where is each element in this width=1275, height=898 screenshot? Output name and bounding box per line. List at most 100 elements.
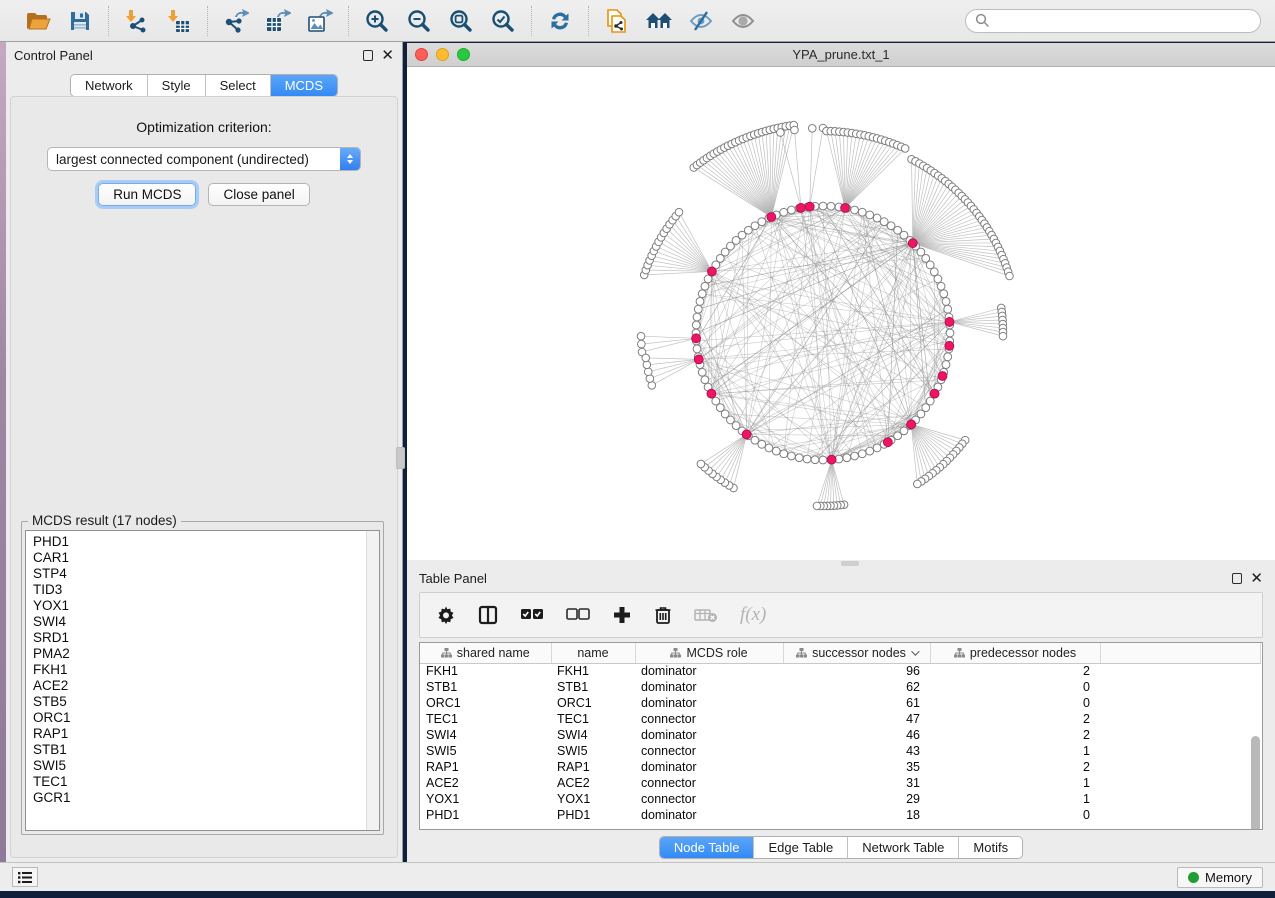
list-item[interactable]: YOX1 [33,598,372,614]
list-item[interactable]: PMA2 [33,646,372,662]
close-window-icon[interactable] [415,48,428,61]
tab-mcds[interactable]: MCDS [271,75,337,96]
tab-select[interactable]: Select [206,75,271,96]
open-session-icon[interactable] [24,7,52,35]
tab-edge-table[interactable]: Edge Table [754,837,848,858]
list-item[interactable]: TID3 [33,582,372,598]
sort-chevron-icon [911,647,919,655]
list-item[interactable]: FKH1 [33,662,372,678]
duplicate-network-icon[interactable] [603,7,631,35]
main-toolbar [0,0,1275,42]
table-row[interactable]: RAP1RAP1dominator352 [420,759,1260,775]
table-tabs: Node TableEdge TableNetwork TableMotifs [659,836,1023,859]
export-image-icon[interactable] [306,7,334,35]
mcds-result-title: MCDS result (17 nodes) [28,513,181,528]
list-item[interactable]: STP4 [33,566,372,582]
column-header-MCDS-role[interactable]: MCDS role [635,643,783,663]
close-table-panel-icon[interactable]: ✕ [1250,571,1263,586]
zoom-fit-icon[interactable] [447,7,475,35]
control-panel-title: Control Panel [14,48,93,63]
table-row[interactable]: YOX1YOX1connector291 [420,791,1260,807]
zoom-selected-icon[interactable] [489,7,517,35]
table-toolbar: f(x) [419,592,1263,638]
minimize-window-icon[interactable] [436,48,449,61]
import-network-icon[interactable] [123,7,151,35]
list-item[interactable]: GCR1 [33,790,372,806]
zoom-in-icon[interactable] [363,7,391,35]
list-item[interactable]: STB5 [33,694,372,710]
export-network-icon[interactable] [222,7,250,35]
list-item[interactable]: ACE2 [33,678,372,694]
save-session-icon[interactable] [66,7,94,35]
tab-node-table[interactable]: Node Table [660,837,755,858]
list-item[interactable]: SWI4 [33,614,372,630]
show-all-icon[interactable] [729,7,757,35]
apply-function-icon[interactable]: f(x) [740,604,766,626]
float-table-panel-icon[interactable] [1232,573,1242,584]
maximize-window-icon[interactable] [457,48,470,61]
memory-label: Memory [1205,870,1252,885]
node-table[interactable]: shared namenameMCDS rolesuccessor nodesp… [419,642,1263,830]
table-row[interactable]: TEC1TEC1connector472 [420,711,1260,727]
first-neighbors-icon[interactable] [645,7,673,35]
hide-selected-icon[interactable] [687,7,715,35]
close-panel-button[interactable]: Close panel [208,183,309,206]
mcds-result-items: PHD1CAR1STP4TID3YOX1SWI4SRD1PMA2FKH1ACE2… [26,531,379,809]
table-scrollbar[interactable] [1248,664,1262,829]
deselect-all-rows-icon[interactable] [566,608,590,622]
tab-motifs[interactable]: Motifs [959,837,1022,858]
delete-columns-icon[interactable] [654,605,672,625]
optimization-criterion-label: Optimization criterion: [11,119,397,135]
list-item[interactable]: SWI5 [33,758,372,774]
list-item[interactable]: RAP1 [33,726,372,742]
column-header-successor-nodes[interactable]: successor nodes [783,643,930,663]
list-item[interactable]: ORC1 [33,710,372,726]
table-row[interactable]: STB1STB1dominator620 [420,679,1260,695]
list-item[interactable]: SRD1 [33,630,372,646]
column-header-name[interactable]: name [551,643,635,663]
criterion-dropdown[interactable]: largest connected component (undirected) [47,147,361,171]
search-input[interactable] [996,14,1251,28]
table-header-row: shared namenameMCDS rolesuccessor nodesp… [420,643,1260,663]
table-row[interactable]: ACE2ACE2connector311 [420,775,1260,791]
table-panel-title: Table Panel [419,571,487,586]
run-mcds-button[interactable]: Run MCDS [98,183,196,206]
mcds-list-scrollbar[interactable] [366,531,379,830]
network-window-titlebar[interactable]: YPA_prune.txt_1 [407,43,1275,67]
export-table-icon[interactable] [264,7,292,35]
list-item[interactable]: CAR1 [33,550,372,566]
tab-style[interactable]: Style [148,75,206,96]
network-window-title: YPA_prune.txt_1 [407,47,1275,62]
refresh-network-icon[interactable] [546,7,574,35]
list-item[interactable]: PHD1 [33,534,372,550]
list-item[interactable]: STB1 [33,742,372,758]
show-column-icon[interactable] [478,605,498,625]
float-panel-icon[interactable] [363,50,373,61]
search-icon [975,13,990,28]
select-all-rows-icon[interactable] [520,608,544,622]
column-header-predecessor-nodes[interactable]: predecessor nodes [930,643,1100,663]
tab-network[interactable]: Network [71,75,148,96]
table-row[interactable]: PHD1PHD1dominator180 [420,807,1260,823]
import-table-icon[interactable] [165,7,193,35]
table-row[interactable]: FKH1FKH1dominator962 [420,663,1260,679]
control-panel-tabs: NetworkStyleSelectMCDS [70,74,338,97]
delete-table-icon[interactable] [694,607,718,623]
mcds-result-list[interactable]: PHD1CAR1STP4TID3YOX1SWI4SRD1PMA2FKH1ACE2… [25,530,380,831]
close-panel-icon[interactable]: ✕ [381,48,394,63]
table-row[interactable]: SWI5SWI5connector431 [420,743,1260,759]
vertical-splitter-grip[interactable] [396,447,405,469]
zoom-out-icon[interactable] [405,7,433,35]
table-row[interactable]: ORC1ORC1dominator610 [420,695,1260,711]
search-box[interactable] [965,9,1261,33]
column-header-shared-name[interactable]: shared name [420,643,551,663]
task-history-button[interactable] [12,867,38,887]
network-canvas[interactable] [407,67,1275,559]
tab-network-table[interactable]: Network Table [848,837,959,858]
list-item[interactable]: TEC1 [33,774,372,790]
table-panel: Table Panel ✕ f(x) shar [407,566,1275,862]
add-column-icon[interactable] [612,605,632,625]
table-options-icon[interactable] [436,605,456,625]
table-row[interactable]: SWI4SWI4dominator462 [420,727,1260,743]
memory-button[interactable]: Memory [1177,867,1263,888]
